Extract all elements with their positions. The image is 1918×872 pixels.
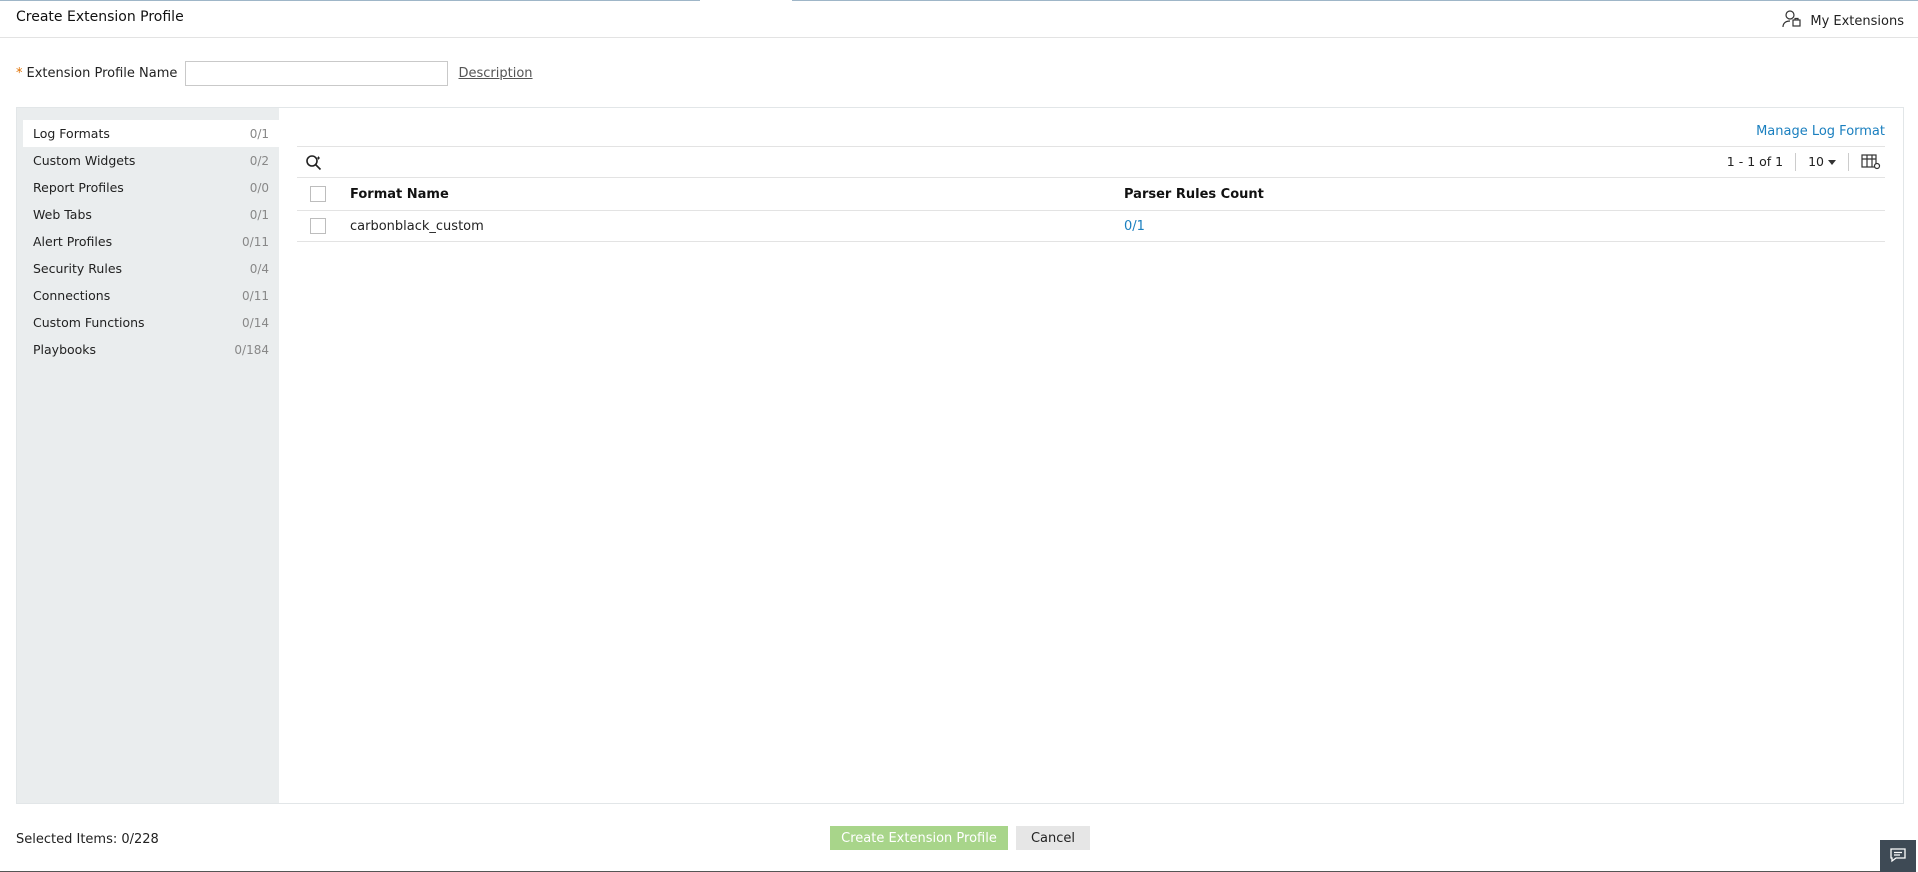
sidebar-item-label: Security Rules xyxy=(33,261,123,276)
sidebar-item-label: Connections xyxy=(33,288,111,303)
extension-panel: Log Formats 0/1 Custom Widgets 0/2 Repor… xyxy=(16,107,1904,804)
sidebar-item-count: 0/0 xyxy=(249,180,269,195)
cancel-button[interactable]: Cancel xyxy=(1016,826,1090,850)
description-link[interactable]: Description xyxy=(459,66,533,81)
sidebar-item-connections[interactable]: Connections 0/11 xyxy=(23,282,279,309)
parser-rules-count-link[interactable]: 0/1 xyxy=(1124,219,1145,234)
selected-items-count: Selected Items: 0/228 xyxy=(16,832,159,847)
profile-name-label: Extension Profile Name xyxy=(26,65,178,81)
user-settings-icon xyxy=(1782,9,1802,33)
my-extensions-label: My Extensions xyxy=(1810,13,1904,29)
chat-icon xyxy=(1889,846,1907,867)
page-size-value: 10 xyxy=(1808,154,1824,169)
column-header-parser-rules-count[interactable]: Parser Rules Count xyxy=(1124,187,1264,202)
sidebar-item-label: Playbooks xyxy=(33,342,97,357)
footer: Selected Items: 0/228 Create Extension P… xyxy=(16,826,1902,852)
table-row: carbonblack_custom 0/1 xyxy=(297,211,1885,242)
sidebar-item-count: 0/14 xyxy=(242,315,269,330)
column-header-format-name[interactable]: Format Name xyxy=(350,187,449,202)
row-checkbox[interactable] xyxy=(310,218,326,234)
format-name-cell: carbonblack_custom xyxy=(350,218,484,234)
sidebar-item-security-rules[interactable]: Security Rules 0/4 xyxy=(23,255,279,282)
pager-range: 1 - 1 of 1 xyxy=(1727,153,1797,171)
chevron-down-icon xyxy=(1828,159,1836,165)
manage-log-format-link[interactable]: Manage Log Format xyxy=(1756,124,1885,139)
log-formats-table: Format Name Parser Rules Count carbonbla… xyxy=(297,178,1885,242)
sidebar-item-count: 0/1 xyxy=(249,126,269,141)
sidebar-item-label: Log Formats xyxy=(33,126,110,141)
select-all-checkbox[interactable] xyxy=(310,186,326,202)
sidebar-item-count: 0/4 xyxy=(249,261,269,276)
sidebar-item-label: Web Tabs xyxy=(33,207,92,222)
required-marker: * xyxy=(16,65,23,81)
header: Create Extension Profile My Extensions xyxy=(0,0,1918,38)
column-settings-icon[interactable] xyxy=(1849,154,1885,170)
page-size-dropdown[interactable]: 10 xyxy=(1796,153,1849,171)
sidebar-item-label: Custom Widgets xyxy=(33,153,136,168)
page-title: Create Extension Profile xyxy=(16,9,184,25)
chat-button[interactable] xyxy=(1880,840,1916,872)
table-toolbar: 1 - 1 of 1 10 xyxy=(297,146,1885,178)
create-extension-profile-button[interactable]: Create Extension Profile xyxy=(830,826,1008,850)
sidebar-item-alert-profiles[interactable]: Alert Profiles 0/11 xyxy=(23,228,279,255)
profile-name-row: * Extension Profile Name Description xyxy=(16,60,533,86)
sidebar-item-custom-functions[interactable]: Custom Functions 0/14 xyxy=(23,309,279,336)
sidebar-item-label: Custom Functions xyxy=(33,315,145,330)
content-area: Manage Log Format 1 - 1 of 1 10 Format N… xyxy=(279,108,1903,803)
category-sidebar: Log Formats 0/1 Custom Widgets 0/2 Repor… xyxy=(17,108,279,803)
search-icon[interactable] xyxy=(305,154,323,172)
sidebar-item-label: Alert Profiles xyxy=(33,234,113,249)
sidebar-item-count: 0/2 xyxy=(249,153,269,168)
sidebar-item-label: Report Profiles xyxy=(33,180,124,195)
sidebar-item-count: 0/11 xyxy=(242,234,269,249)
my-extensions-button[interactable]: My Extensions xyxy=(1782,9,1904,33)
sidebar-item-web-tabs[interactable]: Web Tabs 0/1 xyxy=(23,201,279,228)
sidebar-item-report-profiles[interactable]: Report Profiles 0/0 xyxy=(23,174,279,201)
sidebar-item-custom-widgets[interactable]: Custom Widgets 0/2 xyxy=(23,147,279,174)
sidebar-item-log-formats[interactable]: Log Formats 0/1 xyxy=(23,120,279,147)
profile-name-input[interactable] xyxy=(184,60,448,86)
sidebar-item-playbooks[interactable]: Playbooks 0/184 xyxy=(23,336,279,363)
table-header-row: Format Name Parser Rules Count xyxy=(297,178,1885,211)
sidebar-item-count: 0/1 xyxy=(249,207,269,222)
sidebar-item-count: 0/11 xyxy=(242,288,269,303)
sidebar-item-count: 0/184 xyxy=(234,342,269,357)
pagination: 1 - 1 of 1 10 xyxy=(1727,147,1885,177)
